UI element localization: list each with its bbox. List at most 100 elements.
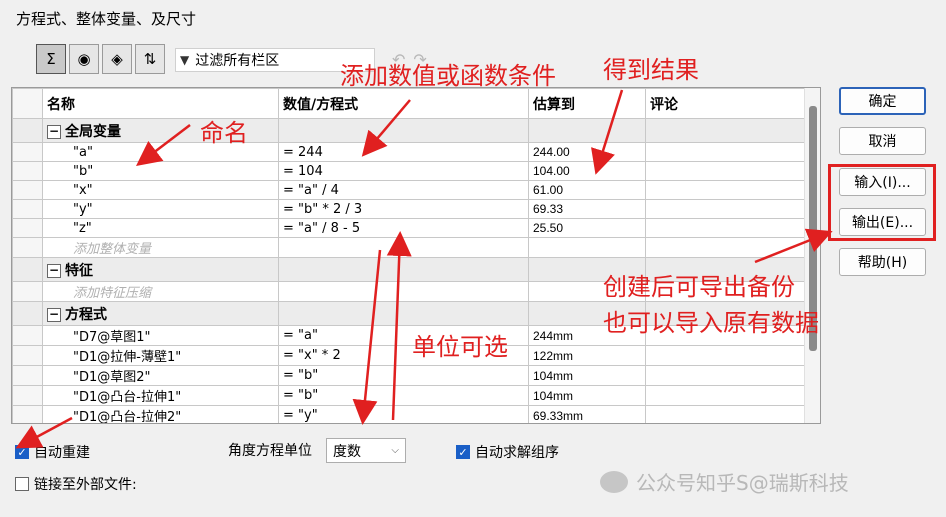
col-header-comment[interactable]: 评论	[645, 88, 806, 119]
evaluated-value-cell: 244.00	[528, 142, 646, 162]
watermark-text: 公众号知乎S@瑞斯科技	[636, 471, 849, 495]
col-header-value[interactable]: 数值/方程式	[278, 88, 529, 119]
row-header[interactable]	[12, 365, 43, 386]
sort-button[interactable]: ⇅	[135, 44, 165, 74]
group-header[interactable]: − 特征	[42, 257, 279, 282]
cancel-button[interactable]: 取消	[839, 127, 926, 155]
comment-cell[interactable]	[645, 142, 806, 162]
variable-name-cell[interactable]: "y"	[42, 199, 279, 219]
variable-name-cell[interactable]: "D1@拉伸-薄壁1"	[42, 345, 279, 366]
empty-cell	[528, 237, 646, 258]
angle-unit-value: 度数	[333, 443, 361, 460]
table-row[interactable]: "y" = "b" * 2 / 3 69.33	[12, 199, 806, 219]
row-header[interactable]	[12, 161, 43, 181]
row-header[interactable]	[12, 218, 43, 238]
group-value-cell	[278, 257, 529, 282]
add-row[interactable]: 添加整体变量	[12, 237, 806, 258]
table-row[interactable]: "D1@拉伸-薄壁1" = "x" * 2 122mm	[12, 345, 806, 366]
toolbar: Σ ◉ ◈ ⇅	[36, 44, 165, 74]
equation-cell[interactable]: = "b"	[278, 365, 529, 386]
sigma-button[interactable]: Σ	[36, 44, 66, 74]
comment-cell[interactable]	[645, 218, 806, 238]
annotation-unit-selectable: 单位可选	[412, 333, 508, 361]
collapse-icon[interactable]: −	[47, 124, 61, 139]
variable-name-cell[interactable]: "z"	[42, 218, 279, 238]
comment-cell[interactable]	[645, 405, 806, 423]
help-button[interactable]: 帮助(H)	[839, 248, 926, 276]
row-header[interactable]	[12, 345, 43, 366]
angle-unit-select[interactable]: 度数 ⌵	[326, 438, 406, 463]
row-header[interactable]	[12, 405, 43, 423]
ruler-button[interactable]: ◈	[102, 44, 132, 74]
row-header[interactable]	[12, 142, 43, 162]
equation-cell[interactable]: = "b"	[278, 385, 529, 406]
collapse-icon[interactable]: −	[47, 307, 61, 322]
variable-name-cell[interactable]: "b"	[42, 161, 279, 181]
group-row[interactable]: − 全局变量	[12, 118, 806, 143]
comment-cell[interactable]	[645, 199, 806, 219]
evaluated-value-cell: 104.00	[528, 161, 646, 181]
table-row[interactable]: "D1@草图2" = "b" 104mm	[12, 365, 806, 386]
table-row[interactable]: "a" = 244 244.00	[12, 142, 806, 162]
variable-name-cell[interactable]: "D7@草图1"	[42, 325, 279, 346]
table-row[interactable]: "b" = 104 104.00	[12, 161, 806, 181]
add-placeholder-cell[interactable]: 添加整体变量	[42, 237, 279, 258]
annotation-get-result: 得到结果	[603, 56, 699, 84]
evaluated-value-cell: 61.00	[528, 180, 646, 200]
wechat-icon	[600, 470, 628, 493]
funnel-icon: ▼	[180, 53, 190, 67]
vertical-scrollbar[interactable]	[804, 88, 820, 423]
add-placeholder-cell[interactable]: 添加特征压缩	[42, 281, 279, 302]
check-icon: ✓	[456, 445, 470, 459]
group-value-cell	[278, 301, 529, 326]
equation-cell[interactable]: = 244	[278, 142, 529, 162]
eye-icon: ◉	[77, 50, 91, 68]
comment-cell[interactable]	[645, 161, 806, 181]
group-header[interactable]: − 方程式	[42, 301, 279, 326]
equation-cell[interactable]: = "a" / 8 - 5	[278, 218, 529, 238]
ok-button[interactable]: 确定	[839, 87, 926, 115]
comment-cell[interactable]	[645, 365, 806, 386]
table-row[interactable]: "D1@凸台-拉伸2" = "y" 69.33mm	[12, 405, 806, 423]
comment-cell[interactable]	[645, 345, 806, 366]
equation-cell[interactable]: = "y"	[278, 405, 529, 423]
group-label: 方程式	[65, 306, 107, 323]
auto-solve-checkbox[interactable]: ✓ 自动求解组序	[456, 442, 559, 462]
equation-cell[interactable]: = "a" / 4	[278, 180, 529, 200]
row-header[interactable]	[12, 385, 43, 406]
auto-rebuild-checkbox[interactable]: ✓ 自动重建	[15, 442, 90, 462]
table-row[interactable]: "z" = "a" / 8 - 5 25.50	[12, 218, 806, 238]
check-icon: ✓	[15, 445, 29, 459]
empty-cell	[645, 237, 806, 258]
comment-cell[interactable]	[645, 180, 806, 200]
ruler-icon: ◈	[111, 50, 123, 68]
comment-cell[interactable]	[645, 385, 806, 406]
annotation-add-condition: 添加数值或函数条件	[340, 62, 556, 90]
evaluated-value-cell: 69.33mm	[528, 405, 646, 423]
row-header	[12, 281, 43, 302]
table-row[interactable]: "D1@凸台-拉伸1" = "b" 104mm	[12, 385, 806, 406]
eye-button[interactable]: ◉	[69, 44, 99, 74]
chevron-down-icon: ⌵	[391, 445, 399, 456]
col-header-eval[interactable]: 估算到	[528, 88, 646, 119]
evaluated-value-cell: 104mm	[528, 365, 646, 386]
variable-name-cell[interactable]: "D1@凸台-拉伸2"	[42, 405, 279, 423]
auto-solve-label: 自动求解组序	[475, 445, 559, 461]
equation-cell[interactable]: = 104	[278, 161, 529, 181]
watermark: 公众号知乎S@瑞斯科技	[600, 467, 849, 496]
group-value-cell	[278, 118, 529, 143]
table-row[interactable]: "x" = "a" / 4 61.00	[12, 180, 806, 200]
row-header[interactable]	[12, 325, 43, 346]
link-external-checkbox[interactable]: 链接至外部文件:	[15, 474, 137, 494]
evaluated-value-cell: 25.50	[528, 218, 646, 238]
evaluated-value-cell: 122mm	[528, 345, 646, 366]
variable-name-cell[interactable]: "x"	[42, 180, 279, 200]
equation-cell[interactable]: = "b" * 2 / 3	[278, 199, 529, 219]
collapse-icon[interactable]: −	[47, 263, 61, 278]
row-header[interactable]	[12, 199, 43, 219]
row-header[interactable]	[12, 180, 43, 200]
variable-name-cell[interactable]: "D1@凸台-拉伸1"	[42, 385, 279, 406]
variable-name-cell[interactable]: "D1@草图2"	[42, 365, 279, 386]
row-header	[12, 237, 43, 258]
checkbox-box	[15, 477, 29, 491]
